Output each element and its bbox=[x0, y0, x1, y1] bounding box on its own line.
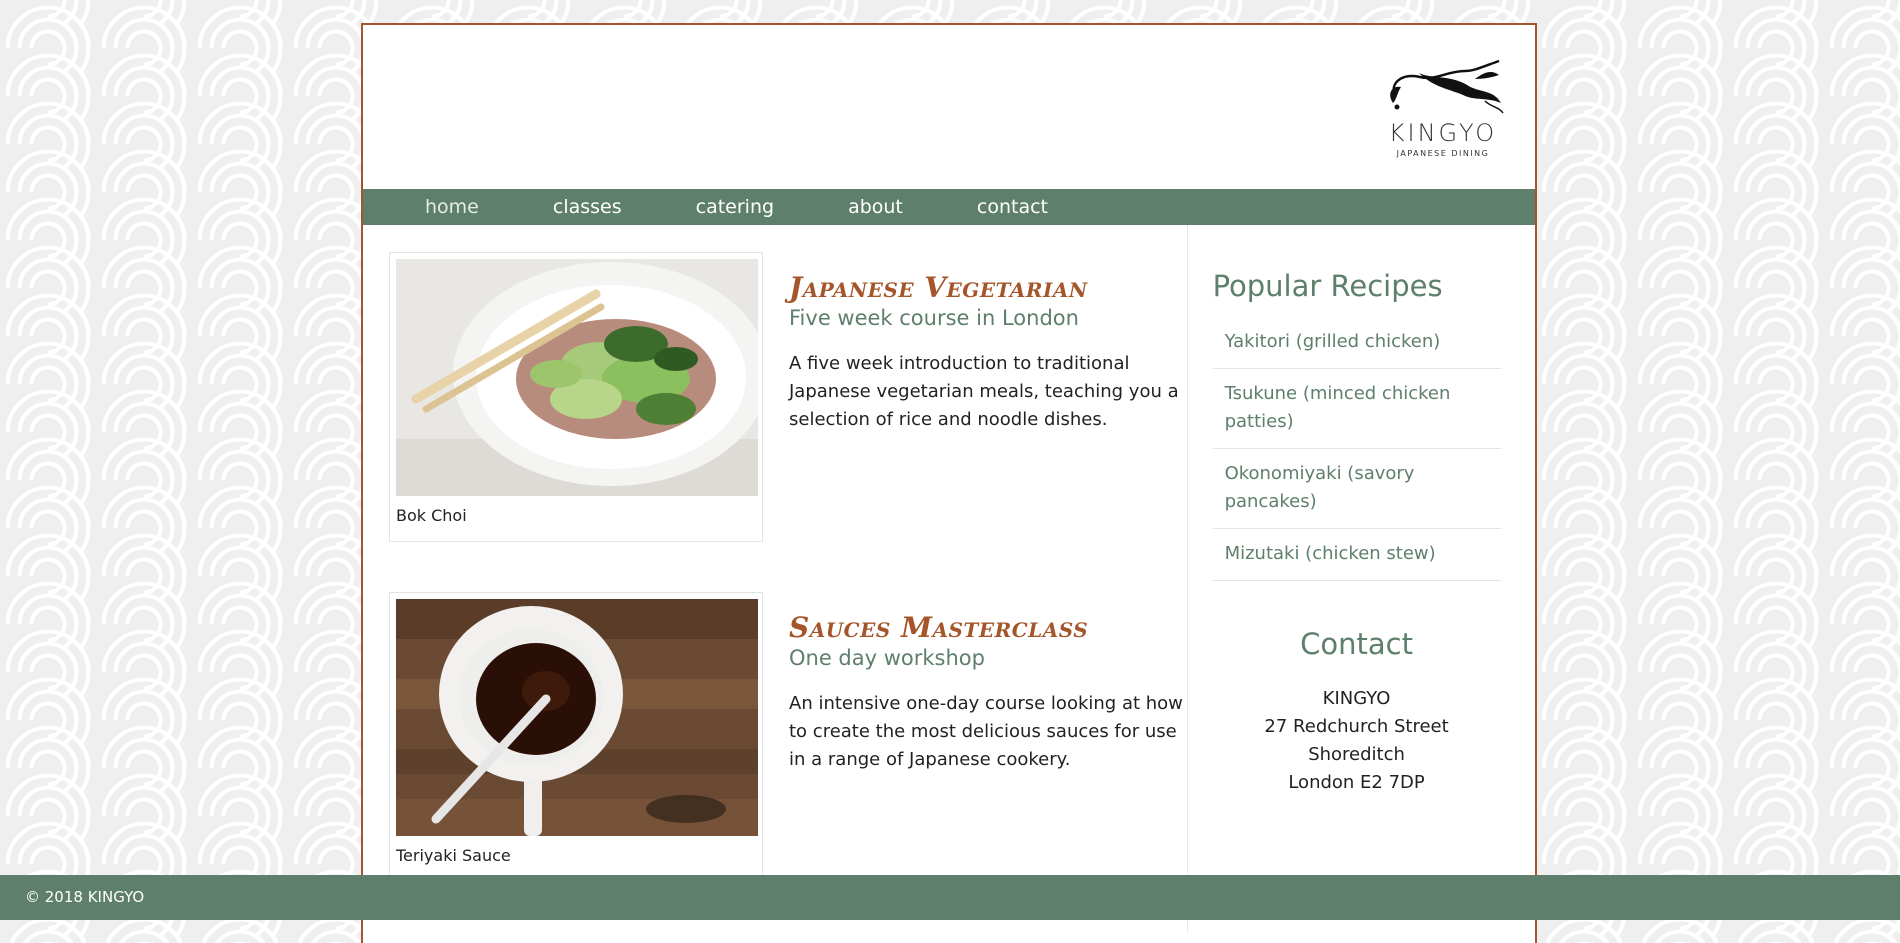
kingyo-logo[interactable]: KINGYO JAPANESE DINING bbox=[1375, 51, 1511, 158]
recipe-link[interactable]: Okonomiyaki (savory pancakes) bbox=[1212, 449, 1501, 529]
teriyaki-sauce-photo bbox=[396, 599, 758, 836]
page-container: KINGYO JAPANESE DINING home classes cate… bbox=[361, 23, 1537, 943]
address-line: Shoreditch bbox=[1308, 744, 1405, 765]
contact-address: KINGYO 27 Redchurch Street Shoreditch Lo… bbox=[1213, 685, 1501, 797]
site-header: KINGYO JAPANESE DINING bbox=[363, 25, 1535, 189]
recipe-link[interactable]: Yakitori (grilled chicken) bbox=[1212, 317, 1501, 369]
course-title[interactable]: Sauces Masterclass bbox=[789, 612, 1184, 644]
recipe-list: Yakitori (grilled chicken) Tsukune (minc… bbox=[1212, 317, 1501, 581]
address-line: 27 Redchurch Street bbox=[1264, 716, 1449, 737]
nav-classes[interactable]: classes bbox=[553, 196, 622, 218]
course-text: Japanese Vegetarian Five week course in … bbox=[789, 252, 1184, 592]
course-subtitle: Five week course in London bbox=[789, 306, 1079, 330]
course-subtitle: One day workshop bbox=[789, 646, 985, 670]
course-title[interactable]: Japanese Vegetarian bbox=[789, 272, 1184, 304]
course-figure: Bok Choi bbox=[389, 252, 763, 542]
address-line: London E2 7DP bbox=[1288, 772, 1425, 793]
recipe-link[interactable]: Tsukune (minced chicken patties) bbox=[1212, 369, 1501, 449]
sidebar: Popular Recipes Yakitori (grilled chicke… bbox=[1188, 225, 1535, 932]
photo-caption: Bok Choi bbox=[396, 506, 467, 525]
course-description: A five week introduction to traditional … bbox=[789, 353, 1179, 430]
logo-tagline: JAPANESE DINING bbox=[1396, 149, 1490, 158]
recipe-link[interactable]: Mizutaki (chicken stew) bbox=[1212, 529, 1501, 581]
popular-recipes-heading: Popular Recipes bbox=[1212, 269, 1443, 303]
logo-name: KINGYO bbox=[1388, 119, 1498, 147]
course-description: An intensive one-day course looking at h… bbox=[789, 693, 1183, 770]
nav-about[interactable]: about bbox=[848, 196, 903, 218]
site-footer: © 2018 KINGYO bbox=[0, 875, 1900, 920]
courses-column: Bok Choi Japanese Vegetarian Five week c… bbox=[363, 225, 1188, 932]
main-nav: home classes catering about contact bbox=[363, 189, 1535, 225]
copyright-text: © 2018 KINGYO bbox=[25, 888, 145, 906]
nav-home[interactable]: home bbox=[425, 196, 479, 218]
nav-contact[interactable]: contact bbox=[977, 196, 1048, 218]
photo-caption: Teriyaki Sauce bbox=[396, 846, 511, 865]
nav-catering[interactable]: catering bbox=[696, 196, 774, 218]
address-line: KINGYO bbox=[1322, 688, 1391, 709]
goldfish-icon bbox=[1390, 59, 1504, 114]
bok-choi-photo bbox=[396, 259, 758, 496]
course-card: Bok Choi Japanese Vegetarian Five week c… bbox=[363, 252, 1187, 592]
course-figure: Teriyaki Sauce bbox=[389, 592, 763, 882]
page-content: Bok Choi Japanese Vegetarian Five week c… bbox=[363, 225, 1535, 932]
contact-heading: Contact bbox=[1300, 627, 1413, 661]
